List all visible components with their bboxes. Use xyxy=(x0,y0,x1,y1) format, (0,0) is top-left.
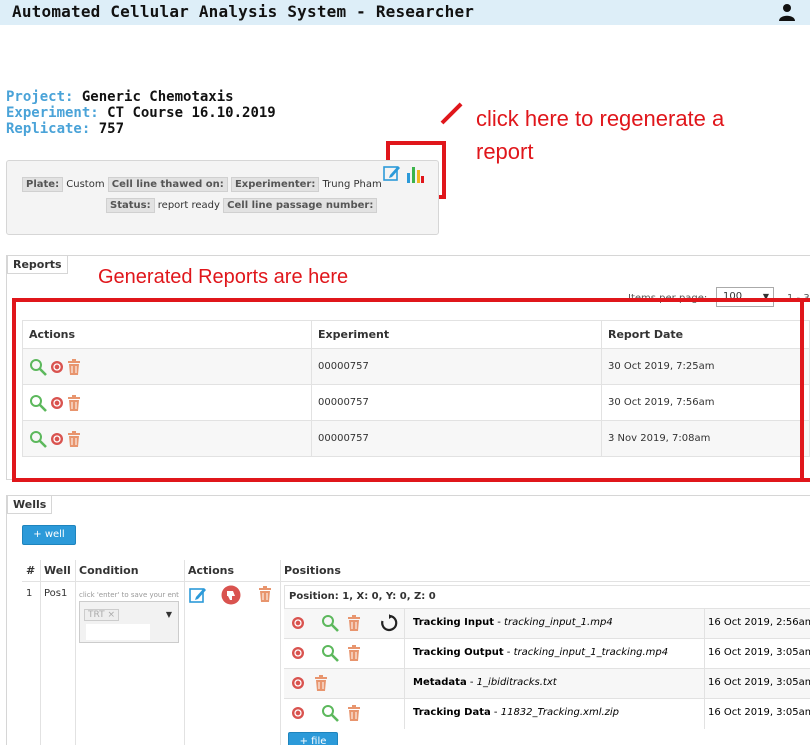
file-date: 16 Oct 2019, 3:05am xyxy=(708,647,810,658)
trash-icon[interactable] xyxy=(314,675,328,691)
annotation-box-reports xyxy=(12,298,810,482)
plate-value: Custom xyxy=(66,179,105,190)
file-name[interactable]: tracking_input_1_tracking.mp4 xyxy=(514,647,669,658)
experimenter-label: Experimenter: xyxy=(230,177,320,192)
col-positions: Positions xyxy=(284,564,341,577)
file-cell: Tracking Output - tracking_input_1_track… xyxy=(404,639,704,669)
annotation-regenerate: click here to regenerate a report xyxy=(476,106,725,164)
divider xyxy=(184,560,185,745)
condition-hint: click 'enter' to save your entry xyxy=(79,591,179,599)
plate-info-box: Plate: Custom Cell line thawed on: Exper… xyxy=(6,160,439,235)
file-name[interactable]: 1_ibiditracks.txt xyxy=(477,677,557,688)
experimenter-value: Trung Pham xyxy=(322,179,382,190)
thumbs-down-icon[interactable] xyxy=(221,585,241,605)
condition-input[interactable] xyxy=(86,624,150,640)
col-condition: Condition xyxy=(79,564,139,577)
date-cell: 16 Oct 2019, 3:05am xyxy=(704,699,810,729)
file-row: Tracking Output - tracking_input_1_track… xyxy=(284,638,810,669)
view-magnifier-icon[interactable] xyxy=(321,614,339,632)
trash-icon[interactable] xyxy=(347,645,361,661)
refresh-icon[interactable] xyxy=(380,614,398,632)
file-date: 16 Oct 2019, 3:05am xyxy=(708,677,810,688)
file-date: 16 Oct 2019, 3:05am xyxy=(708,707,810,718)
file-cell: Tracking Input - tracking_input_1.mp4 xyxy=(404,609,704,639)
file-type: Tracking Output xyxy=(413,647,504,658)
col-well: Well xyxy=(44,564,71,577)
download-icon[interactable] xyxy=(291,646,305,660)
date-cell: 16 Oct 2019, 2:56am xyxy=(704,609,810,639)
file-row: Metadata - 1_ibiditracks.txt 16 Oct 2019… xyxy=(284,668,810,699)
status-value: report ready xyxy=(157,200,220,211)
file-cell: Metadata - 1_ibiditracks.txt xyxy=(404,669,704,699)
file-date: 16 Oct 2019, 2:56am xyxy=(708,617,810,628)
file-row: Tracking Data - 11832_Tracking.xml.zip 1… xyxy=(284,698,810,729)
download-icon[interactable] xyxy=(291,616,305,630)
condition-select[interactable]: TRT × ▼ xyxy=(79,601,179,643)
wells-tab[interactable]: Wells xyxy=(7,495,53,514)
position-title: Position: 1, X: 0, Y: 0, Z: 0 xyxy=(289,591,436,602)
file-name[interactable]: 11832_Tracking.xml.zip xyxy=(501,707,619,718)
project-info: Project: Generic Chemotaxis Experiment: … xyxy=(6,89,276,137)
divider xyxy=(40,560,41,745)
project-label: Project: xyxy=(6,89,74,105)
view-magnifier-icon[interactable] xyxy=(321,644,339,662)
annotation-reports: Generated Reports are here xyxy=(98,266,349,288)
edit-icon[interactable] xyxy=(383,164,401,182)
file-cell: Tracking Data - 11832_Tracking.xml.zip xyxy=(404,699,704,729)
add-file-button[interactable]: + file xyxy=(288,732,338,745)
divider xyxy=(75,560,76,745)
user-icon[interactable] xyxy=(778,3,796,21)
regenerate-report-chart-icon[interactable] xyxy=(405,164,425,184)
file-row: Tracking Input - tracking_input_1.mp4 16… xyxy=(284,608,810,639)
experiment-label: Experiment: xyxy=(6,105,99,121)
file-type: Tracking Input xyxy=(413,617,495,628)
col-num: # xyxy=(26,564,36,577)
chevron-down-icon[interactable]: ▼ xyxy=(166,610,172,619)
wells-table-header: # Well Condition Actions Positions xyxy=(22,560,810,582)
annotation-pointer-line xyxy=(440,102,463,125)
divider xyxy=(280,560,281,745)
annotation-box-reports-right xyxy=(800,298,804,482)
plate-label: Plate: xyxy=(22,177,64,192)
file-type: Metadata xyxy=(413,677,467,688)
file-name[interactable]: tracking_input_1.mp4 xyxy=(504,617,613,628)
replicate-label: Replicate: xyxy=(6,121,91,137)
well-row-name: Pos1 xyxy=(44,588,68,599)
file-type: Tracking Data xyxy=(413,707,491,718)
download-icon[interactable] xyxy=(291,676,305,690)
edit-well-icon[interactable] xyxy=(189,586,207,604)
project-value: Generic Chemotaxis xyxy=(81,89,234,105)
status-label: Status: xyxy=(106,198,155,213)
view-magnifier-icon[interactable] xyxy=(321,704,339,722)
replicate-value: 757 xyxy=(98,121,125,137)
reports-tab[interactable]: Reports xyxy=(7,255,68,274)
app-title: Automated Cellular Analysis System - Res… xyxy=(12,2,475,21)
trash-icon[interactable] xyxy=(347,615,361,631)
experiment-value: CT Course 16.10.2019 xyxy=(107,105,276,121)
condition-tag: TRT × xyxy=(84,609,119,621)
trash-icon[interactable] xyxy=(347,705,361,721)
add-well-button[interactable]: + well xyxy=(22,525,76,545)
date-cell: 16 Oct 2019, 3:05am xyxy=(704,639,810,669)
col-actions: Actions xyxy=(188,564,234,577)
position-box: Position: 1, X: 0, Y: 0, Z: 0 xyxy=(284,585,810,608)
well-row-num: 1 xyxy=(26,588,33,599)
trash-icon[interactable] xyxy=(258,586,272,602)
top-bar: Automated Cellular Analysis System - Res… xyxy=(0,0,810,25)
passage-label: Cell line passage number: xyxy=(223,198,378,213)
download-icon[interactable] xyxy=(291,706,305,720)
condition-tag-text: TRT xyxy=(88,610,105,620)
date-cell: 16 Oct 2019, 3:05am xyxy=(704,669,810,699)
cell-line-label: Cell line thawed on: xyxy=(107,177,228,192)
